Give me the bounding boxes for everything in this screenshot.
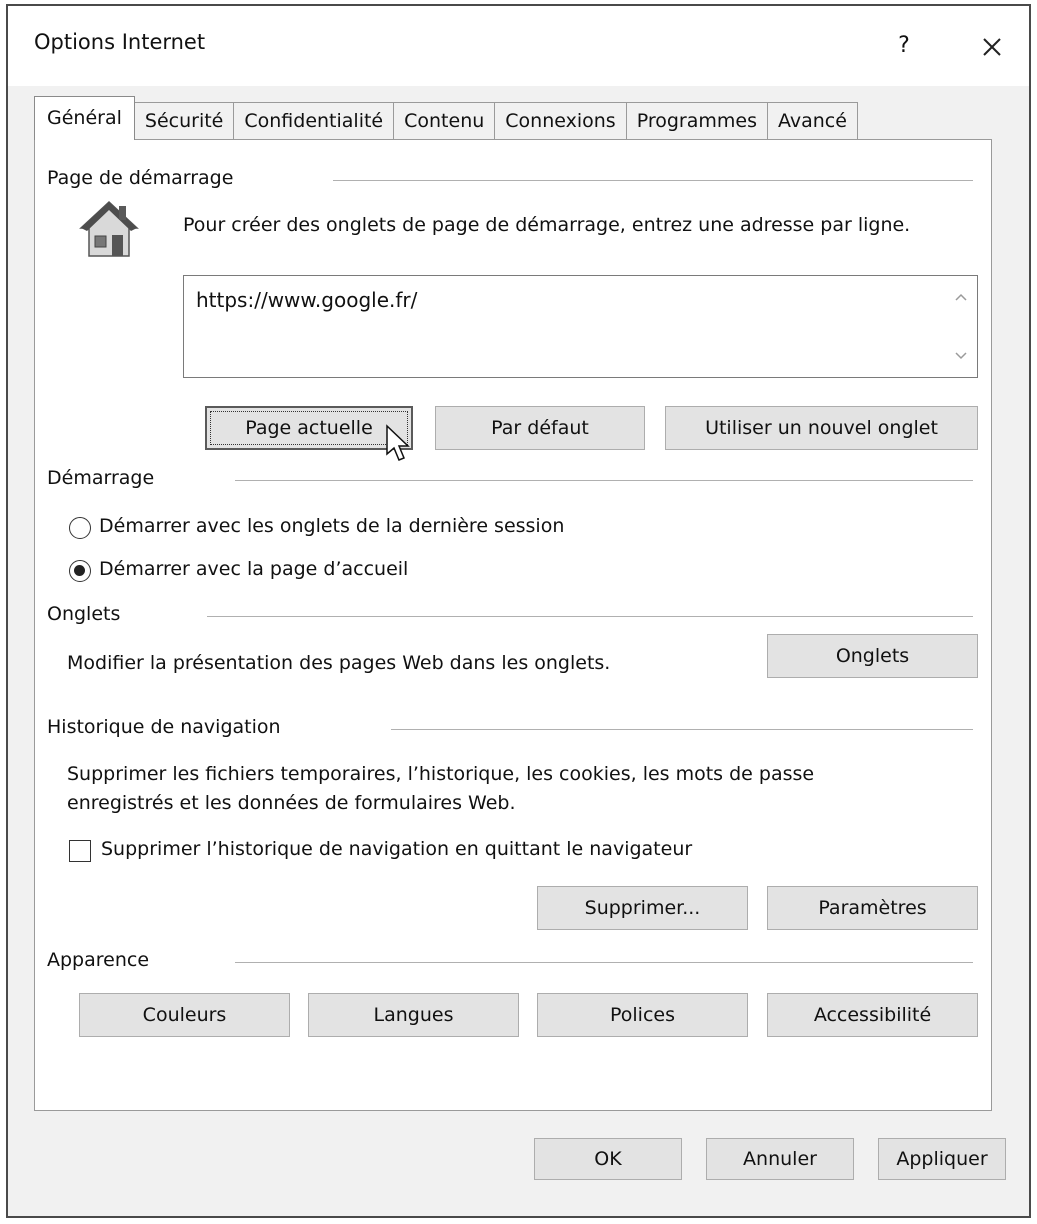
section-divider	[207, 616, 973, 617]
section-divider	[235, 962, 973, 963]
homepage-url-value: https://www.google.fr/	[196, 288, 418, 312]
tab-security[interactable]: Sécurité	[133, 102, 235, 140]
apply-button[interactable]: Appliquer	[878, 1138, 1006, 1180]
scroll-up-icon[interactable]	[951, 288, 971, 308]
house-icon	[79, 200, 139, 257]
tab-privacy[interactable]: Confidentialité	[233, 102, 395, 140]
general-tab-panel: Page de démarrage Pour créer des onglets…	[34, 139, 992, 1111]
ok-button[interactable]: OK	[534, 1138, 682, 1180]
focus-indicator	[210, 411, 408, 445]
help-button[interactable]: ?	[880, 24, 928, 68]
tabs-settings-button[interactable]: Onglets	[767, 634, 978, 678]
close-icon	[983, 37, 1001, 56]
colors-button[interactable]: Couleurs	[79, 993, 290, 1037]
tabs-description: Modifier la présentation des pages Web d…	[67, 652, 611, 674]
delete-history-button[interactable]: Supprimer...	[537, 886, 748, 930]
tab-advanced[interactable]: Avancé	[766, 102, 858, 140]
scroll-down-icon[interactable]	[951, 347, 971, 367]
startup-section-title: Démarrage	[47, 467, 155, 489]
tab-content[interactable]: Contenu	[393, 102, 496, 140]
tab-general[interactable]: Général	[34, 96, 135, 140]
section-divider	[391, 729, 973, 730]
tab-connections[interactable]: Connexions	[494, 102, 627, 140]
title-bar: Options Internet ?	[8, 6, 1029, 86]
use-current-page-button[interactable]: Page actuelle	[205, 406, 413, 450]
section-divider	[333, 180, 973, 181]
cancel-button[interactable]: Annuler	[706, 1138, 854, 1180]
appearance-section-title: Apparence	[47, 949, 150, 971]
history-settings-button[interactable]: Paramètres	[767, 886, 978, 930]
homepage-section-title: Page de démarrage	[47, 167, 234, 189]
languages-button[interactable]: Langues	[308, 993, 519, 1037]
history-description-line1: Supprimer les fichiers temporaires, l’hi…	[67, 763, 815, 785]
use-default-button[interactable]: Par défaut	[435, 406, 645, 450]
use-new-tab-button[interactable]: Utiliser un nouvel onglet	[665, 406, 978, 450]
history-description-line2: enregistrés et les données de formulaire…	[67, 792, 516, 814]
radio-home-page-label: Démarrer avec la page d’accueil	[99, 558, 409, 580]
tabs-section-title: Onglets	[47, 603, 121, 625]
tab-strip: Général Sécurité Confidentialité Contenu…	[34, 96, 858, 140]
dialog-title: Options Internet	[34, 30, 206, 54]
fonts-button[interactable]: Polices	[537, 993, 748, 1037]
history-section-title: Historique de navigation	[47, 716, 281, 738]
radio-last-session-label: Démarrer avec les onglets de la dernière…	[99, 515, 565, 537]
section-divider	[235, 480, 973, 481]
delete-history-on-exit-checkbox[interactable]	[69, 840, 91, 862]
mouse-pointer-icon	[386, 424, 410, 461]
accessibility-button[interactable]: Accessibilité	[767, 993, 978, 1037]
radio-home-page[interactable]	[69, 560, 91, 582]
internet-options-dialog: Options Internet ? Général Sécurité Conf…	[6, 4, 1031, 1218]
homepage-url-textarea[interactable]: https://www.google.fr/	[183, 275, 978, 378]
homepage-instruction: Pour créer des onglets de page de démarr…	[183, 214, 911, 236]
delete-history-on-exit-label: Supprimer l’historique de navigation en …	[101, 838, 693, 860]
radio-last-session[interactable]	[69, 517, 91, 539]
tab-programs[interactable]: Programmes	[625, 102, 768, 140]
close-button[interactable]	[968, 24, 1016, 68]
